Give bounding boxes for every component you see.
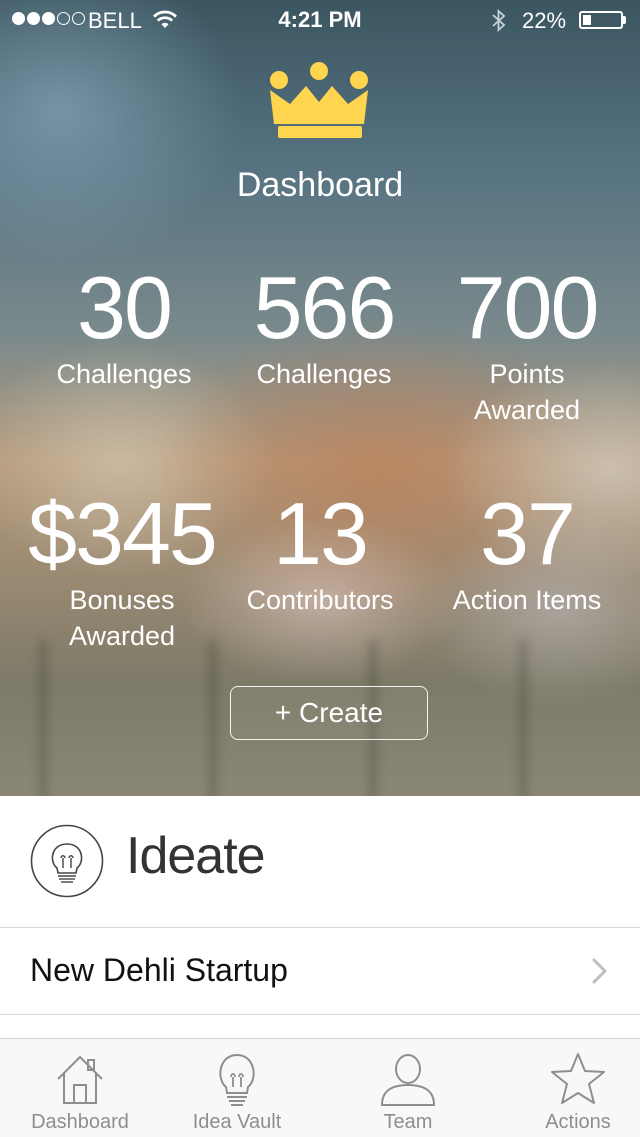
tab-team[interactable]: Team (328, 1039, 488, 1137)
stat-value: $345 (28, 484, 218, 583)
tab-label: Actions (545, 1111, 611, 1133)
tab-idea-vault[interactable]: Idea Vault (157, 1039, 317, 1137)
stat-label: Bonuses Awarded (68, 585, 176, 651)
stat-challenges: 30 Challenges (14, 264, 234, 392)
stat-value: 700 (456, 258, 600, 357)
tab-label: Idea Vault (192, 1111, 282, 1133)
person-icon (380, 1054, 436, 1106)
background-decor (40, 640, 46, 796)
page-title: Dashboard (236, 166, 404, 204)
background-decor (520, 640, 526, 796)
house-icon (57, 1055, 103, 1104)
star-icon (551, 1053, 605, 1104)
crown-icon (266, 62, 372, 145)
section-header-ideate: Ideate (0, 796, 640, 928)
battery-level (583, 15, 591, 25)
bluetooth-icon (490, 8, 508, 40)
list-item-label: New Dehli Startup (30, 952, 288, 988)
stat-label: Contributors (246, 585, 394, 615)
list-item-preview (30, 1024, 630, 1038)
stat-value: 13 (273, 484, 369, 583)
tab-bar: Dashboard Idea Vault Team Actions (0, 1038, 640, 1137)
stat-action-items: 37 Action Items (416, 490, 638, 618)
battery-percent: 22% (522, 8, 567, 33)
lightbulb-icon (219, 1053, 255, 1106)
stat-label: Points Awarded (473, 359, 581, 425)
section-title: Ideate (126, 827, 266, 885)
stat-label: Challenges (56, 359, 192, 389)
battery-nub (623, 16, 626, 24)
list-item[interactable]: New Dehli Startup (0, 928, 640, 1015)
stat-points-awarded: 700 Points Awarded (416, 264, 638, 428)
battery-icon (579, 11, 623, 29)
tab-label: Team (383, 1111, 433, 1133)
stat-challenges-total: 566 Challenges (214, 264, 434, 392)
status-bar: BELL 4:21 PM 22% (0, 0, 640, 40)
tab-label: Dashboard (31, 1111, 129, 1133)
stat-label: Action Items (452, 585, 602, 615)
tab-actions[interactable]: Actions (498, 1039, 640, 1137)
stat-contributors: 13 Contributors (210, 490, 430, 618)
stat-bonuses-awarded: $345 Bonuses Awarded (12, 490, 232, 654)
stat-value: 37 (480, 484, 576, 583)
stat-value: 566 (253, 258, 397, 357)
lightbulb-icon (30, 824, 104, 903)
stat-value: 30 (77, 258, 173, 357)
chevron-right-icon (590, 956, 610, 991)
background-decor (210, 640, 216, 796)
tab-dashboard[interactable]: Dashboard (0, 1039, 160, 1137)
dashboard-hero: BELL 4:21 PM 22% Dashboard 30 Challenges… (0, 0, 640, 796)
stat-label: Challenges (256, 359, 392, 389)
create-button[interactable]: + Create (230, 686, 428, 740)
